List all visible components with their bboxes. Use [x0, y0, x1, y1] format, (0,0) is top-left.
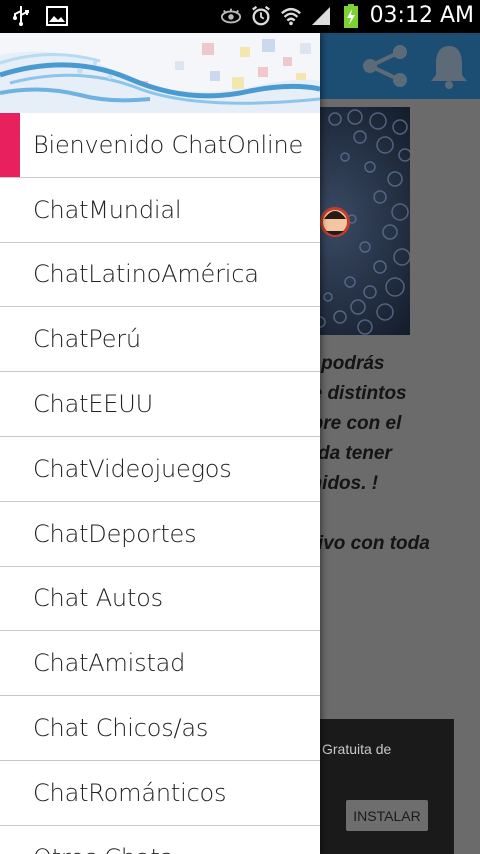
menu-item-label: ChatPerú: [33, 325, 141, 354]
app-body-text: le podrás de distintos npre con el erda …: [300, 349, 480, 559]
menu-item-label: Otros Chats: [33, 844, 172, 854]
navigation-drawer: Bienvenido ChatOnline ChatMundial ChatLa…: [0, 33, 320, 854]
menu-item-label: Chat Chicos/as: [33, 714, 209, 743]
menu-item-otros-chats[interactable]: Otros Chats: [0, 826, 320, 854]
ad-text: Gratuita de: [322, 741, 392, 757]
menu-item-chat-autos[interactable]: Chat Autos: [0, 567, 320, 632]
image-icon: [46, 5, 68, 27]
app-text-line: le podrás: [300, 353, 385, 374]
app-text-line: ntivo con toda: [300, 533, 430, 554]
menu-item-label: ChatRománticos: [33, 778, 227, 807]
menu-item-chatperu[interactable]: ChatPerú: [0, 307, 320, 373]
menu-item-chateeuu[interactable]: ChatEEUU: [0, 372, 320, 437]
install-button[interactable]: INSTALAR: [346, 800, 428, 831]
menu-item-chatlatinoamerica[interactable]: ChatLatinoAmérica: [0, 243, 320, 308]
app-text-line: de distintos: [300, 383, 407, 404]
app-text-line: erda tener: [300, 443, 392, 464]
app-text-line: enidos. !: [300, 473, 379, 494]
status-bar-right: 03:12 AM: [220, 3, 474, 28]
status-bar: 03:12 AM: [0, 0, 480, 33]
clock-time: 03:12 AM: [369, 3, 474, 28]
status-bar-left: [10, 5, 68, 27]
battery-charging-icon: [340, 3, 362, 28]
menu-item-chatmundial[interactable]: ChatMundial: [0, 178, 320, 243]
alarm-icon: [250, 5, 272, 27]
menu-item-chatdeportes[interactable]: ChatDeportes: [0, 502, 320, 567]
menu-item-label: Chat Autos: [33, 584, 163, 613]
drawer-header-image: [0, 33, 320, 113]
menu-item-chatamistad[interactable]: ChatAmistad: [0, 631, 320, 697]
ad-banner: Gratuita de INSTALAR: [300, 719, 454, 854]
menu-item-label: ChatMundial: [33, 195, 182, 224]
app-text-line: [300, 499, 480, 529]
menu-item-label: Bienvenido ChatOnline: [33, 130, 304, 159]
menu-item-label: ChatDeportes: [33, 519, 197, 548]
share-icon[interactable]: [360, 44, 410, 88]
menu-item-label: ChatVideojuegos: [33, 454, 232, 483]
app-text-line: npre con el: [300, 413, 402, 434]
menu-item-chatvideojuegos[interactable]: ChatVideojuegos: [0, 437, 320, 502]
active-indicator: [0, 113, 20, 177]
menu-item-label: ChatAmistad: [33, 649, 186, 678]
bell-icon[interactable]: [428, 43, 470, 89]
wifi-icon: [280, 5, 302, 27]
eye-icon: [220, 5, 242, 27]
menu-item-bienvenido[interactable]: Bienvenido ChatOnline: [0, 113, 320, 178]
menu-item-label: ChatEEUU: [33, 390, 153, 419]
drawer-menu: Bienvenido ChatOnline ChatMundial ChatLa…: [0, 113, 320, 854]
signal-icon: [310, 5, 332, 27]
menu-item-chatromanticos[interactable]: ChatRománticos: [0, 761, 320, 826]
menu-item-label: ChatLatinoAmérica: [33, 260, 259, 289]
usb-icon: [10, 5, 32, 27]
menu-item-chat-chicos[interactable]: Chat Chicos/as: [0, 696, 320, 761]
